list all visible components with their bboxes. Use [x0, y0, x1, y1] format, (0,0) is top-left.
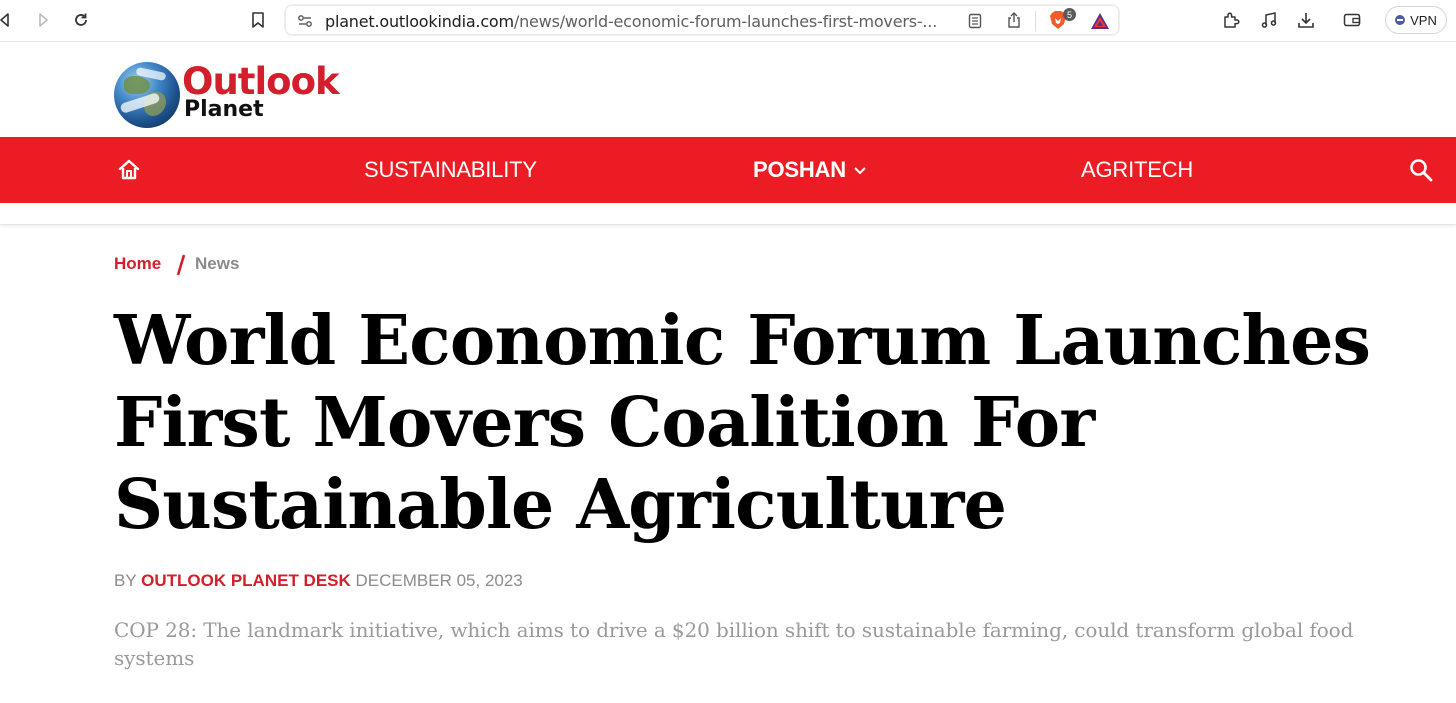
logo-title: Outlook: [182, 60, 340, 103]
site-logo[interactable]: Outlook Planet: [114, 60, 354, 128]
breadcrumb-current[interactable]: News: [195, 254, 239, 274]
download-icon: [1298, 13, 1314, 28]
breadcrumb-home-link[interactable]: Home: [114, 254, 161, 273]
reader-mode-icon[interactable]: [968, 13, 982, 29]
publish-date: DECEMBER 05, 2023: [355, 571, 523, 590]
home-icon: [118, 159, 140, 180]
site-settings-icon[interactable]: [297, 13, 313, 29]
article-byline: BY OUTLOOK PLANET DESK DECEMBER 05, 2023: [114, 571, 523, 591]
search-icon: [1410, 159, 1433, 182]
vpn-status-icon: [1395, 15, 1406, 25]
article-summary: COP 28: The landmark initiative, which a…: [114, 618, 1354, 670]
chevron-down-icon: [854, 167, 866, 175]
search-button[interactable]: [1408, 157, 1434, 183]
nav-item-agritech[interactable]: AGRITECH: [1081, 155, 1193, 185]
nav-item-sustainability[interactable]: SUSTAINABILITY: [364, 155, 537, 185]
brave-shields-button[interactable]: 5: [1049, 8, 1076, 32]
back-arrow-icon: [0, 13, 9, 27]
nav-item-poshan[interactable]: POSHAN: [753, 155, 866, 185]
byline-prefix: BY: [114, 571, 137, 590]
brave-rewards-button[interactable]: [1089, 11, 1111, 31]
bookmark-icon: [252, 12, 264, 28]
reload-icon: [75, 13, 87, 26]
navbar-underline: [0, 203, 1456, 225]
url-text: planet.outlookindia.com/news/world-econo…: [325, 12, 938, 31]
back-button[interactable]: [0, 7, 18, 33]
rewards-triangle-icon: [1091, 13, 1109, 29]
author-link[interactable]: OUTLOOK PLANET DESK: [141, 571, 351, 590]
logo-subtitle: Planet: [184, 97, 264, 122]
globe-logo-icon: [114, 62, 180, 128]
breadcrumb-separator: [176, 254, 186, 276]
shields-count-badge: 5: [1063, 8, 1076, 21]
music-note-icon: [1261, 12, 1277, 28]
url-divider: [1035, 11, 1036, 31]
nav-item-poshan-label: POSHAN: [753, 157, 846, 182]
browser-toolbar: planet.outlookindia.com/news/world-econo…: [0, 0, 1456, 42]
wallet-button[interactable]: [1339, 7, 1365, 33]
media-button[interactable]: [1256, 7, 1282, 33]
vpn-label: VPN: [1410, 12, 1437, 28]
address-bar[interactable]: planet.outlookindia.com/news/world-econo…: [284, 4, 1120, 36]
extensions-button[interactable]: [1218, 7, 1244, 33]
wallet-icon: [1343, 13, 1361, 27]
forward-arrow-icon: [39, 13, 48, 27]
share-icon[interactable]: [1007, 11, 1021, 29]
bookmark-button[interactable]: [245, 7, 271, 33]
reload-button[interactable]: [68, 7, 94, 33]
breadcrumb: Home News: [114, 254, 239, 278]
forward-button[interactable]: [30, 7, 56, 33]
puzzle-icon: [1224, 12, 1240, 28]
downloads-button[interactable]: [1293, 7, 1319, 33]
home-nav-button[interactable]: [116, 157, 142, 183]
main-navbar: [0, 137, 1456, 203]
vpn-button[interactable]: VPN: [1385, 6, 1447, 34]
article-title: World Economic Forum Launches First Move…: [114, 301, 1371, 545]
